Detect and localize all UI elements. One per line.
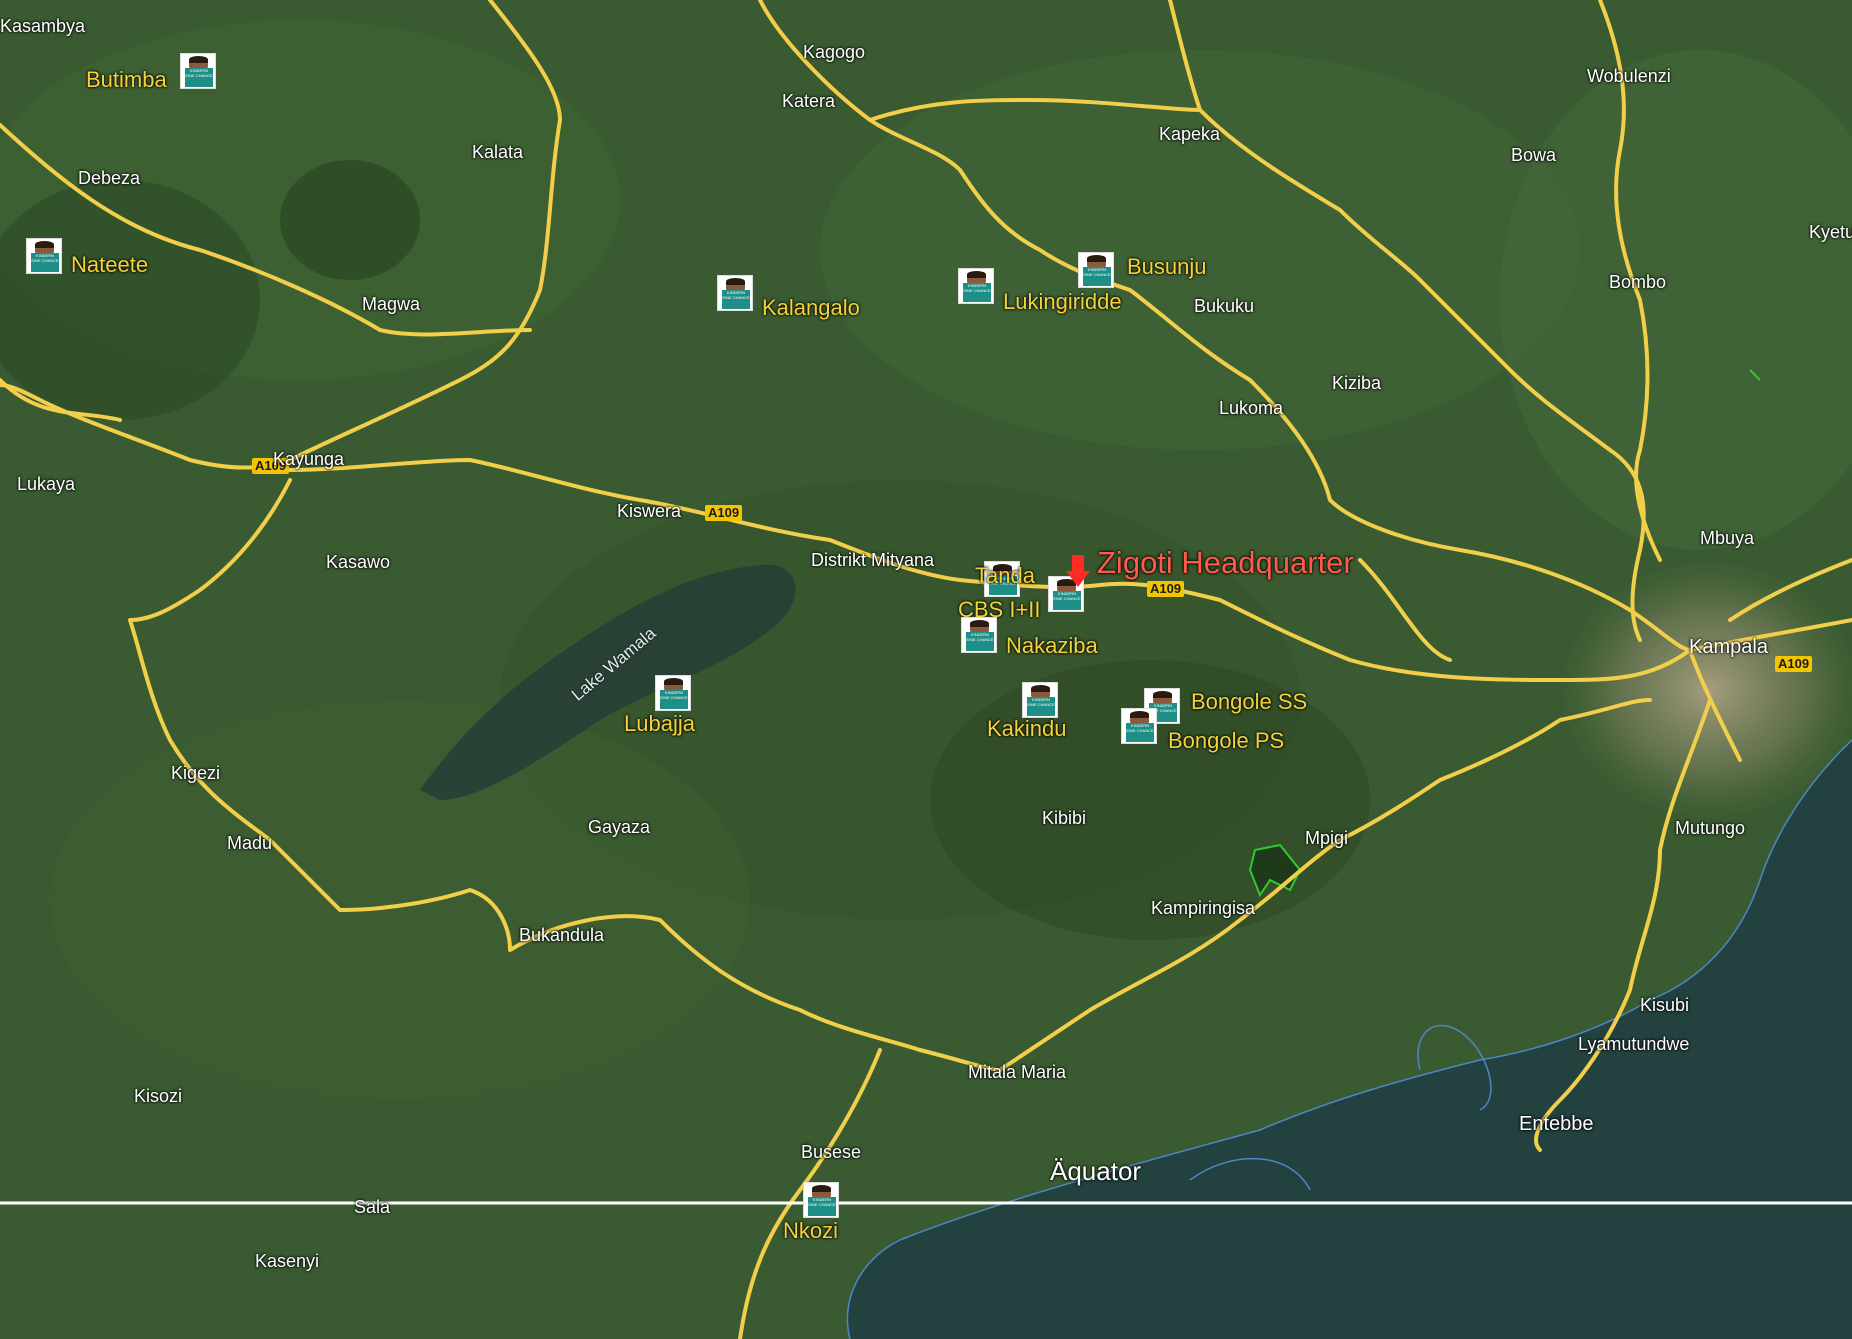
road-shield: A109 [1775, 656, 1813, 672]
school-label[interactable]: Butimba [86, 67, 167, 93]
town-label: Kiswera [617, 501, 682, 521]
town-label: Magwa [362, 294, 421, 314]
town-label: Bukandula [519, 925, 605, 945]
headquarter-label[interactable]: Zigoti Headquarter [1097, 545, 1354, 581]
town-label: Lyamutundwe [1578, 1034, 1690, 1054]
town-label: Kalata [472, 142, 524, 162]
school-label[interactable]: Busunju [1127, 254, 1207, 280]
school-marker[interactable]: KINDERN EINE CHANCE [1121, 708, 1157, 744]
town-label: Entebbe [1519, 1113, 1594, 1135]
town-label: Kisubi [1640, 995, 1690, 1015]
town-label: Bombo [1609, 272, 1667, 292]
town-label: Kyetu [1809, 222, 1852, 242]
town-label: Distrikt Mityana [811, 550, 935, 570]
school-label[interactable]: Lubajja [624, 711, 695, 737]
school-marker[interactable]: KINDERN EINE CHANCE [1078, 252, 1114, 288]
school-label[interactable]: Bongole SS [1191, 689, 1307, 715]
map-terrain [0, 0, 1852, 1339]
school-marker[interactable]: KINDERN EINE CHANCE [26, 238, 62, 274]
town-label: Debeza [78, 168, 141, 188]
town-label: Kapeka [1159, 124, 1221, 144]
town-label: Kayunga [273, 449, 345, 469]
town-label: Kasawo [326, 552, 391, 572]
road-shield: A109 [1147, 581, 1185, 597]
town-label: Bowa [1511, 145, 1557, 165]
town-label: Kiziba [1332, 373, 1382, 393]
town-label: Kibibi [1042, 808, 1087, 828]
town-label: Kasambya [0, 16, 86, 36]
town-label: Kisozi [134, 1086, 183, 1106]
school-marker[interactable]: KINDERN EINE CHANCE [1022, 682, 1058, 718]
school-label[interactable]: Lukingiridde [1003, 289, 1122, 315]
school-marker[interactable]: KINDERN EINE CHANCE [958, 268, 994, 304]
town-label: Sala [354, 1197, 391, 1217]
town-label: Kigezi [171, 763, 221, 783]
school-label[interactable]: Nateete [71, 252, 148, 278]
school-label[interactable]: Tanda [975, 563, 1035, 589]
town-label: Lukoma [1219, 398, 1284, 418]
town-label: Wobulenzi [1587, 66, 1671, 86]
school-label[interactable]: Kakindu [987, 716, 1067, 742]
town-label: Kampiringisa [1151, 898, 1256, 918]
town-label: Gayaza [588, 817, 651, 837]
equator-label: Äquator [1050, 1156, 1142, 1186]
town-label: Kampala [1689, 636, 1768, 658]
town-label: Mitala Maria [968, 1062, 1067, 1082]
road-shield: A109 [705, 505, 743, 521]
school-marker[interactable]: KINDERN EINE CHANCE [961, 617, 997, 653]
town-label: Mutungo [1675, 818, 1746, 838]
school-marker[interactable]: KINDERN EINE CHANCE [803, 1182, 839, 1218]
town-label: Kasenyi [255, 1251, 320, 1271]
school-label[interactable]: Kalangalo [762, 295, 860, 321]
school-label[interactable]: Nkozi [783, 1218, 838, 1244]
school-marker[interactable]: KINDERN EINE CHANCE [655, 675, 691, 711]
town-label: Kagogo [803, 42, 866, 62]
satellite-map[interactable]: A109 A109 A109 A109 Lake Wamala Kasambya… [0, 0, 1852, 1339]
town-label: Katera [782, 91, 836, 111]
school-label[interactable]: Nakaziba [1006, 633, 1098, 659]
town-label: Mpigi [1305, 828, 1349, 848]
town-label: Bukuku [1194, 296, 1255, 316]
town-label: Mbuya [1700, 528, 1755, 548]
town-label: Madu [227, 833, 273, 853]
headquarter-arrow-icon[interactable] [1066, 555, 1090, 589]
school-marker[interactable]: KINDERN EINE CHANCE [180, 53, 216, 89]
town-label: Lukaya [17, 474, 76, 494]
town-label: Busese [801, 1142, 862, 1162]
school-marker[interactable]: KINDERN EINE CHANCE [717, 275, 753, 311]
school-label[interactable]: Bongole PS [1168, 728, 1284, 754]
